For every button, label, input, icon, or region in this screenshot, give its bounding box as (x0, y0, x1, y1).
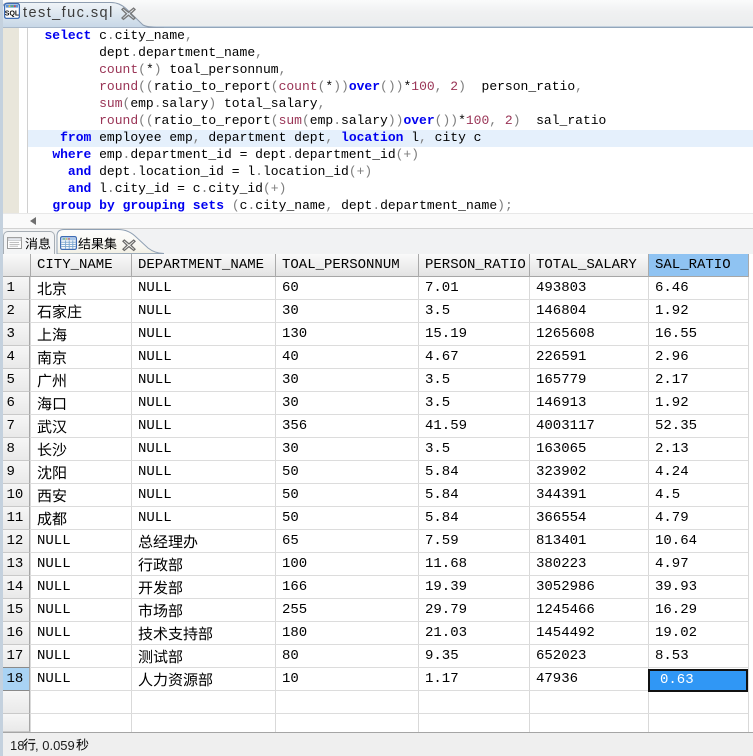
svg-text:SQL: SQL (5, 10, 20, 17)
